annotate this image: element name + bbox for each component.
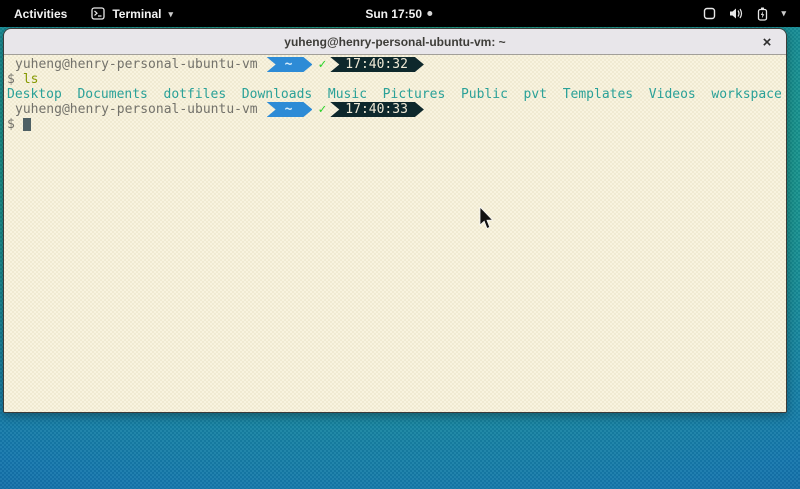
terminal-cursor [23, 118, 31, 131]
ls-output-line: Desktop Documents dotfiles Downloads Mus… [7, 87, 786, 102]
prompt-path-segment: ~ [267, 57, 313, 72]
terminal-content[interactable]: yuheng@henry-personal-ubuntu-vm ~ ✓ 17:4… [4, 55, 786, 413]
prompt-line-1: yuheng@henry-personal-ubuntu-vm ~ ✓ 17:4… [7, 57, 786, 72]
app-menu-label: Terminal [112, 7, 161, 21]
status-check-icon: ✓ [318, 57, 326, 72]
top-bar: Activities Terminal ▾ Sun 17:50 [0, 0, 800, 27]
prompt-time-segment: 17:40:32 [330, 57, 424, 72]
command-line: $ ls [7, 72, 786, 87]
directory-listing: Desktop Documents dotfiles Downloads Mus… [7, 87, 782, 102]
prompt-time-segment: 17:40:33 [330, 102, 424, 117]
window-title: yuheng@henry-personal-ubuntu-vm: ~ [284, 35, 505, 49]
notification-dot-icon [427, 11, 432, 16]
clock-label: Sun 17:50 [365, 7, 422, 21]
prompt-user: yuheng@henry-personal-ubuntu-vm [7, 57, 258, 72]
app-menu-caret-icon: ▾ [168, 9, 173, 20]
clock-button[interactable]: Sun 17:50 [365, 0, 432, 27]
chevron-down-icon: ▾ [781, 8, 786, 19]
shell-prompt-symbol: $ [7, 117, 15, 132]
terminal-window: yuheng@henry-personal-ubuntu-vm: ~ × yuh… [3, 28, 787, 413]
battery-charging-icon [757, 7, 768, 21]
prompt-path-segment: ~ [267, 102, 313, 117]
terminal-app-icon [91, 7, 105, 20]
volume-icon [729, 7, 744, 20]
status-check-icon: ✓ [318, 102, 326, 117]
activities-button[interactable]: Activities [0, 0, 81, 27]
close-button[interactable]: × [756, 29, 778, 55]
system-status-menu[interactable]: ▾ [697, 0, 792, 27]
window-titlebar[interactable]: yuheng@henry-personal-ubuntu-vm: ~ × [4, 29, 786, 55]
shell-prompt-symbol: $ [7, 72, 15, 87]
prompt-line-2: yuheng@henry-personal-ubuntu-vm ~ ✓ 17:4… [7, 102, 786, 117]
input-line: $ [7, 117, 786, 132]
prompt-user: yuheng@henry-personal-ubuntu-vm [7, 102, 258, 117]
app-menu-terminal[interactable]: Terminal ▾ [81, 0, 183, 27]
typed-command: ls [23, 72, 39, 87]
screen-icon [703, 7, 716, 20]
